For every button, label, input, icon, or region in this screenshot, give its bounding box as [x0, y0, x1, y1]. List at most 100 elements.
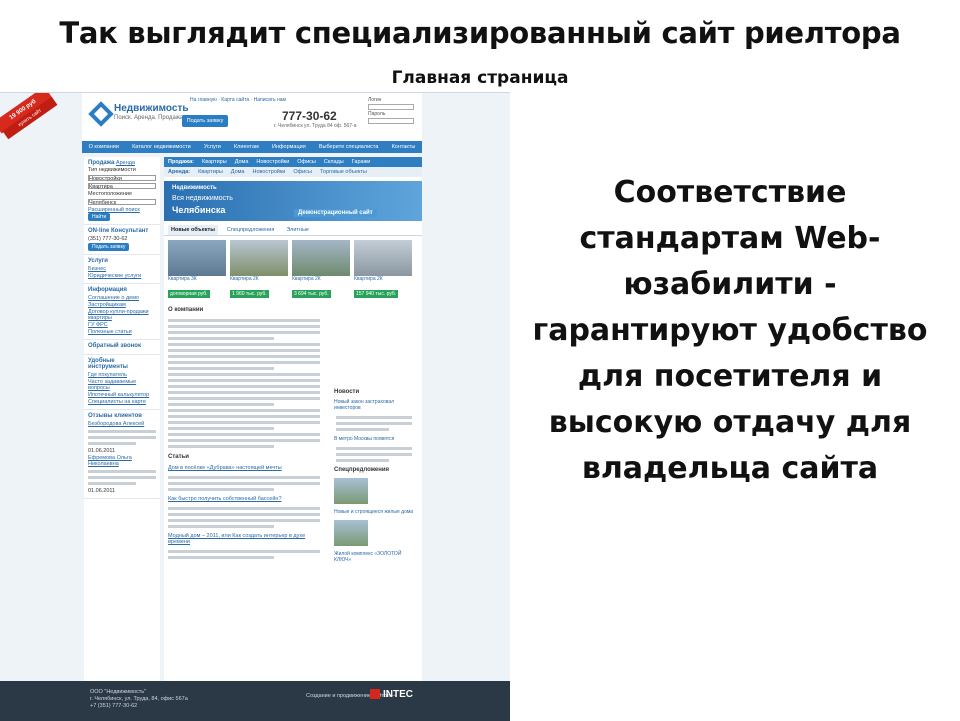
- info-panel: Информация Соглашение о демо Застройщика…: [84, 284, 160, 340]
- banner-line2: Челябинска: [172, 205, 226, 215]
- news-title: Новости: [334, 389, 360, 395]
- about-title: О компании: [168, 307, 204, 313]
- menu-item[interactable]: Контакты: [392, 144, 416, 150]
- reviews-panel: Отзывы клиентов Безбородова Алексей 01.0…: [84, 410, 160, 499]
- search-field-label: Тип недвижимости: [88, 167, 136, 173]
- rent-link[interactable]: Торговые объекты: [320, 169, 367, 175]
- sales-link[interactable]: Офисы: [297, 159, 316, 165]
- tool-link[interactable]: Где покупатель: [88, 372, 156, 378]
- object-price: 157 940 тыс. руб.: [354, 290, 399, 298]
- object-card[interactable]: Квартира 3К договорная руб.: [168, 240, 226, 300]
- object-card[interactable]: Квартира 2К 3 694 тыс. руб.: [292, 240, 350, 300]
- info-link[interactable]: Договор купли-продажи квартиры: [88, 309, 156, 321]
- menu-item[interactable]: Информация: [272, 144, 306, 150]
- top-links[interactable]: На главную · Карта сайта · Написать нам: [190, 97, 286, 103]
- tab-elite[interactable]: Элитные: [283, 225, 312, 235]
- search-button[interactable]: Найти: [88, 213, 111, 221]
- slide-title: Так выглядит специализированный сайт рие…: [59, 16, 901, 50]
- tools-title: Удобные инструменты: [88, 358, 128, 370]
- objects-list: Квартира 3К договорная руб. Квартира 2К …: [164, 236, 422, 304]
- callback-title[interactable]: Обратный звонок: [88, 343, 156, 349]
- rent-link[interactable]: Квартиры: [198, 169, 223, 175]
- login-label: Логин: [368, 97, 382, 103]
- tools-panel: Удобные инструменты Где покупатель Часто…: [84, 355, 160, 410]
- search-select[interactable]: Новостройки: [88, 175, 156, 182]
- object-card[interactable]: Квартира 2К 1 960 тыс. руб.: [230, 240, 288, 300]
- menu-item[interactable]: Выберите специалиста: [319, 144, 379, 150]
- sales-link[interactable]: Дома: [235, 159, 249, 165]
- news-link[interactable]: Новый закон застраховал инвесторов: [332, 397, 416, 413]
- consultant-panel: ON-line Консультант (351) 777-30-62 Пода…: [84, 225, 160, 255]
- callback-panel: Обратный звонок: [84, 340, 160, 355]
- article-link[interactable]: Как быстро получить собственный бассейн?: [164, 494, 324, 504]
- special-offers-title: Спецпредложения: [334, 467, 390, 473]
- menu-item[interactable]: Услуги: [204, 144, 221, 150]
- reviewer-name[interactable]: Ефремова Ольга Николаевна: [88, 455, 156, 467]
- offer-photo[interactable]: [334, 520, 368, 546]
- object-card[interactable]: Квартира 2К 157 940 тыс. руб.: [354, 240, 412, 300]
- request-button[interactable]: Подать заявку: [182, 115, 228, 127]
- info-link[interactable]: Застройщикам: [88, 302, 156, 308]
- tool-link[interactable]: Часто задаваемые вопросы: [88, 379, 156, 391]
- search-select[interactable]: Квартира: [88, 183, 156, 190]
- developer-logo[interactable]: INTEC: [370, 689, 413, 700]
- reviews-title: Отзывы клиентов: [88, 413, 142, 419]
- tool-link[interactable]: Ипотечный калькулятор: [88, 392, 156, 398]
- banner-line1: Вся недвижимость: [172, 195, 233, 202]
- offer-link[interactable]: Новые и строящиеся жилые дома: [332, 507, 416, 517]
- tab-new-objects[interactable]: Новые объекты: [168, 225, 218, 235]
- sales-link[interactable]: Гаражи: [352, 159, 371, 165]
- info-link[interactable]: ГУ ФРС: [88, 322, 156, 328]
- menu-item[interactable]: Каталог недвижимости: [132, 144, 191, 150]
- offer-photo[interactable]: [334, 478, 368, 504]
- sales-label: Продажа:: [168, 159, 195, 165]
- sales-link[interactable]: Квартиры: [202, 159, 227, 165]
- banner-logo: Недвижимость: [172, 185, 217, 191]
- caption-line: юзабилити -: [623, 267, 837, 302]
- object-price: 3 694 тыс. руб.: [292, 290, 331, 298]
- offer-link[interactable]: Жилой комплекс «ЗОЛОТОЙ КЛЮЧ»: [332, 549, 416, 565]
- intec-logo-icon: [370, 689, 380, 700]
- object-photo: [230, 240, 288, 276]
- sales-link[interactable]: Новостройки: [256, 159, 289, 165]
- reviewer-name[interactable]: Безбородова Алексей: [88, 421, 156, 427]
- info-link[interactable]: Соглашение о демо: [88, 295, 156, 301]
- menu-item[interactable]: Клиентам: [234, 144, 259, 150]
- site-logo-name[interactable]: Недвижимость: [114, 103, 189, 114]
- login-form: Логин Пароль: [368, 97, 420, 125]
- promo-ribbon[interactable]: 19 900 руб купить сайт: [0, 93, 58, 143]
- consultant-button[interactable]: Подать заявку: [88, 243, 130, 251]
- article-link[interactable]: Модный дом – 2011, или Как создать интер…: [164, 531, 324, 547]
- menu-item[interactable]: О компании: [89, 144, 119, 150]
- sales-bar: Продажа: Квартиры Дома Новостройки Офисы…: [164, 157, 422, 167]
- search-tab-sale[interactable]: Продажа: [88, 160, 114, 166]
- login-input[interactable]: [368, 104, 414, 110]
- tab-special-offers[interactable]: Спецпредложения: [224, 225, 277, 235]
- slide-caption: Соответствие стандартам Web- юзабилити -…: [500, 170, 960, 492]
- password-input[interactable]: [368, 118, 414, 124]
- footer-address: г. Челябинск, ул. Труда, 84, офис 567а: [90, 696, 188, 702]
- services-link[interactable]: Бизнес: [88, 266, 156, 272]
- footer-company: ООО "Недвижимость": [90, 689, 147, 695]
- tool-link[interactable]: Специалисты на карте: [88, 399, 156, 405]
- rent-link[interactable]: Новостройки: [252, 169, 285, 175]
- site-header: Недвижимость Поиск. Аренда. Продажа На г…: [82, 93, 422, 141]
- object-photo: [292, 240, 350, 276]
- sales-link[interactable]: Склады: [324, 159, 344, 165]
- info-link[interactable]: Полезные статьи: [88, 329, 156, 335]
- main-menu: О компании Каталог недвижимости Услуги К…: [82, 141, 422, 153]
- object-kind: Квартира 2К: [292, 276, 321, 282]
- search-select[interactable]: Челябинск: [88, 199, 156, 206]
- caption-line: Соответствие: [613, 175, 847, 210]
- review-date: 01.06.2011: [88, 448, 116, 454]
- services-link[interactable]: Юридические услуги: [88, 273, 156, 279]
- rent-link[interactable]: Офисы: [293, 169, 312, 175]
- article-link[interactable]: Дом в посёлке «Дубрава» настоящей мечты: [164, 463, 324, 473]
- site-main: Продажа: Квартиры Дома Новостройки Офисы…: [164, 157, 422, 682]
- rent-link[interactable]: Дома: [231, 169, 245, 175]
- search-panel: Продажа Аренда Тип недвижимости Новостро…: [84, 157, 160, 225]
- search-tab-rent[interactable]: Аренда: [116, 160, 135, 166]
- site-footer: ООО "Недвижимость" г. Челябинск, ул. Тру…: [0, 681, 510, 721]
- hero-banner[interactable]: Недвижимость Вся недвижимость Челябинска…: [164, 181, 422, 221]
- news-link[interactable]: В метро Москвы появятся: [332, 434, 416, 444]
